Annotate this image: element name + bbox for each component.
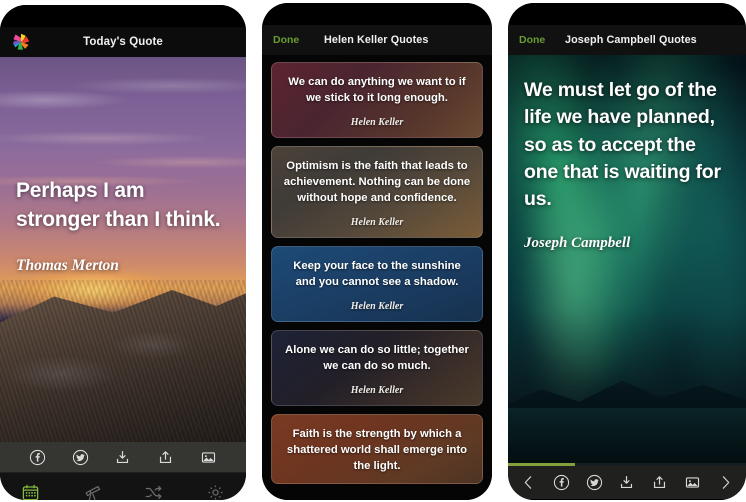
quote-text: We must let go of the life we have plann… xyxy=(524,79,721,211)
status-bar-area xyxy=(0,5,246,27)
download-icon[interactable] xyxy=(114,449,131,466)
quote-author: Helen Keller xyxy=(350,385,404,397)
done-button[interactable]: Done xyxy=(273,34,299,46)
quote-author: Helen Keller xyxy=(350,217,404,229)
status-bar-area xyxy=(262,3,492,25)
shuffle-icon xyxy=(144,483,163,501)
tab-todays-quote[interactable]: Today's Quote xyxy=(0,479,62,501)
quote-text: Alone we can do so little; together we c… xyxy=(285,344,469,373)
quote-text: Faith is the strength by which a shatter… xyxy=(286,428,468,473)
quote-list[interactable]: We can do anything we want to if we stic… xyxy=(262,55,492,500)
quote-block: We must let go of the life we have plann… xyxy=(524,77,732,252)
quote-hero-image: Perhaps I am stronger than I think. Thom… xyxy=(0,57,246,442)
facebook-icon[interactable] xyxy=(29,449,46,466)
quote-text: Perhaps I am stronger than I think. xyxy=(16,179,221,231)
quote-hero-image: We must let go of the life we have plann… xyxy=(508,55,746,466)
done-button[interactable]: Done xyxy=(519,34,545,46)
list-item[interactable]: Keep your face to the sunshine and you c… xyxy=(271,246,483,323)
list-item[interactable]: We can do anything we want to if we stic… xyxy=(271,62,483,139)
image-icon[interactable] xyxy=(200,449,217,466)
status-bar-area xyxy=(508,3,746,25)
chevron-right-icon[interactable] xyxy=(717,474,734,491)
panel3-share-toolbar xyxy=(508,466,746,499)
phone-panel-todays-quote: Today's Quote Perhaps I am stronger than… xyxy=(0,5,246,500)
phone-panel-joseph-campbell: Done Joseph Campbell Quotes We must let … xyxy=(508,3,746,500)
calendar-icon xyxy=(21,483,40,501)
tab-settings[interactable]: Settings xyxy=(185,479,247,501)
tab-explore[interactable]: Explore xyxy=(62,479,124,501)
facebook-icon[interactable] xyxy=(553,474,570,491)
twitter-icon[interactable] xyxy=(72,449,89,466)
quote-text: We can do anything we want to if we stic… xyxy=(288,76,466,105)
quote-author: Joseph Campbell xyxy=(524,235,631,252)
quote-author: Thomas Merton xyxy=(16,256,119,274)
quote-text: Keep your face to the sunshine and you c… xyxy=(293,260,461,289)
gear-icon xyxy=(206,483,225,501)
phone-panel-helen-keller: Done Helen Keller Quotes We can do anyth… xyxy=(262,3,492,500)
bottom-tab-bar: Today's Quote Explore xyxy=(0,472,246,500)
screenshot-stage: Today's Quote Perhaps I am stronger than… xyxy=(0,0,746,502)
share-icon[interactable] xyxy=(651,474,668,491)
image-icon[interactable] xyxy=(684,474,701,491)
panel1-navbar: Today's Quote xyxy=(0,27,246,57)
panel3-navbar: Done Joseph Campbell Quotes xyxy=(508,25,746,55)
tab-random-quote[interactable]: Random Quote xyxy=(123,479,185,501)
quote-author: Helen Keller xyxy=(350,301,404,313)
quote-block: Perhaps I am stronger than I think. Thom… xyxy=(16,177,232,275)
share-icon[interactable] xyxy=(157,449,174,466)
twitter-icon[interactable] xyxy=(586,474,603,491)
chevron-left-icon[interactable] xyxy=(520,474,537,491)
download-icon[interactable] xyxy=(618,474,635,491)
home-indicator xyxy=(508,499,746,500)
panel2-navbar: Done Helen Keller Quotes xyxy=(262,25,492,55)
telescope-icon xyxy=(83,483,102,501)
progress-bar xyxy=(508,463,746,466)
quote-text: Optimism is the faith that leads to achi… xyxy=(283,160,471,205)
panel1-share-toolbar xyxy=(0,442,246,472)
panel1-title: Today's Quote xyxy=(83,36,163,48)
list-item[interactable]: Optimism is the faith that leads to achi… xyxy=(271,146,483,239)
quote-author: Helen Keller xyxy=(350,117,404,129)
list-item[interactable]: Alone we can do so little; together we c… xyxy=(271,330,483,407)
list-item[interactable]: Faith is the strength by which a shatter… xyxy=(271,414,483,485)
